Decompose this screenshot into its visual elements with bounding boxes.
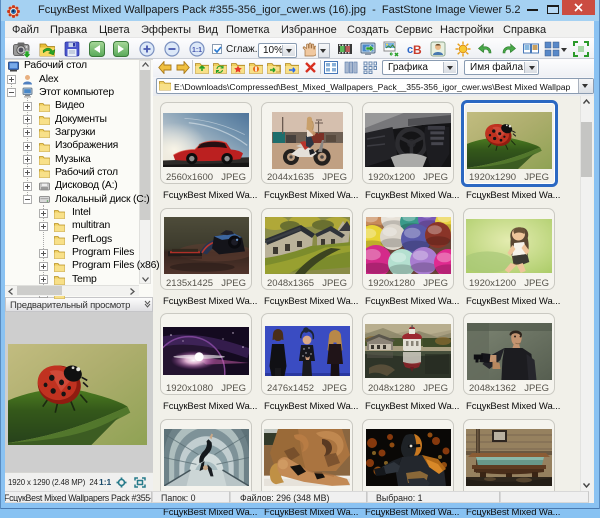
svg-text:B: B <box>413 43 422 57</box>
svg-text:1:1: 1:1 <box>192 47 202 54</box>
